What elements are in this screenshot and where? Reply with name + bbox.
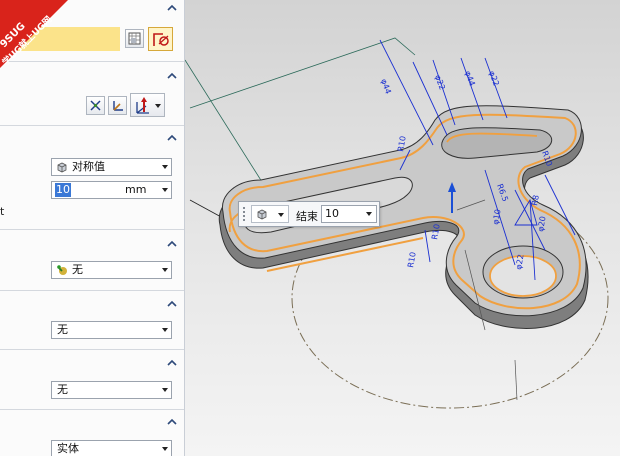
end-type-value: 对称值 (72, 160, 105, 173)
offset-value: 无 (57, 383, 68, 396)
collapse-section-icon[interactable] (167, 4, 177, 14)
boolean-dropdown[interactable]: 无 (51, 261, 172, 279)
dimension-label: R10 (406, 251, 418, 268)
sketch-grid-icon (128, 32, 141, 45)
body-type-dropdown[interactable]: 实体 (51, 440, 172, 456)
end-distance-input[interactable]: 10 (321, 205, 377, 223)
dimension-label: φ22 (433, 74, 447, 92)
end-label: 结束 (296, 210, 318, 223)
curve-select-button[interactable] (148, 27, 173, 51)
vector-axis-icon (113, 101, 123, 111)
boolean-none-icon (57, 265, 67, 275)
drag-handle-icon[interactable] (242, 206, 246, 222)
end-type-quick-dropdown[interactable] (251, 205, 289, 223)
chevron-down-icon (162, 188, 168, 192)
dimension-label: R10 (430, 223, 442, 240)
sketch-section-button[interactable] (125, 29, 144, 48)
chevron-down-icon (366, 212, 372, 216)
collapse-section-icon[interactable] (167, 300, 177, 310)
chevron-down-icon (162, 328, 168, 332)
dimension-label: R8 (530, 194, 541, 206)
reverse-direction-icon (90, 100, 101, 111)
chevron-down-icon (162, 268, 168, 272)
collapse-section-icon[interactable] (167, 240, 177, 250)
draft-value: 无 (57, 323, 68, 336)
chevron-down-icon (278, 213, 284, 217)
offset-dropdown[interactable]: 无 (51, 381, 172, 399)
chevron-down-icon (162, 447, 168, 451)
collapse-section-icon[interactable] (167, 134, 177, 144)
reverse-direction-button[interactable] (86, 96, 105, 115)
symmetric-value-icon (257, 209, 267, 220)
distance-unit: mm (125, 183, 147, 196)
distance-input[interactable]: 10 mm (51, 181, 172, 199)
boolean-value: 无 (72, 263, 83, 276)
collapse-section-icon[interactable] (167, 72, 177, 82)
curve-select-icon (153, 33, 169, 46)
chevron-down-icon (162, 388, 168, 392)
chevron-down-icon (162, 165, 168, 169)
collapse-section-icon[interactable] (167, 359, 177, 369)
specify-vector-dropdown[interactable] (130, 93, 165, 117)
symmetric-value-icon (57, 162, 67, 173)
dimension-label: φ22 (487, 70, 501, 88)
end-distance-value: 10 (325, 207, 339, 220)
distance-value: 10 (55, 183, 71, 197)
dimension-label: φ44 (379, 78, 393, 96)
collapse-section-icon[interactable] (167, 418, 177, 428)
watermark-logo: 9SUG 学UG就上UG网 (0, 0, 90, 72)
inferred-vector-icon (136, 97, 149, 114)
body-type-value: 实体 (57, 442, 79, 455)
end-type-dropdown[interactable]: 对称值 (51, 158, 172, 176)
draft-dropdown[interactable]: 无 (51, 321, 172, 339)
graphics-viewport[interactable]: φ44 φ22 φ44 φ22 R10 R10 R10 R10 R8 R6.5 … (185, 0, 620, 456)
extruded-part-model: φ44 φ22 φ44 φ22 R10 R10 R10 R10 R8 R6.5 … (185, 37, 609, 409)
limits-side-label: t (0, 205, 5, 218)
dimension-label: φ44 (463, 70, 477, 88)
vector-dialog-button[interactable] (108, 96, 127, 115)
onscreen-input-box: 结束 10 (238, 201, 380, 227)
